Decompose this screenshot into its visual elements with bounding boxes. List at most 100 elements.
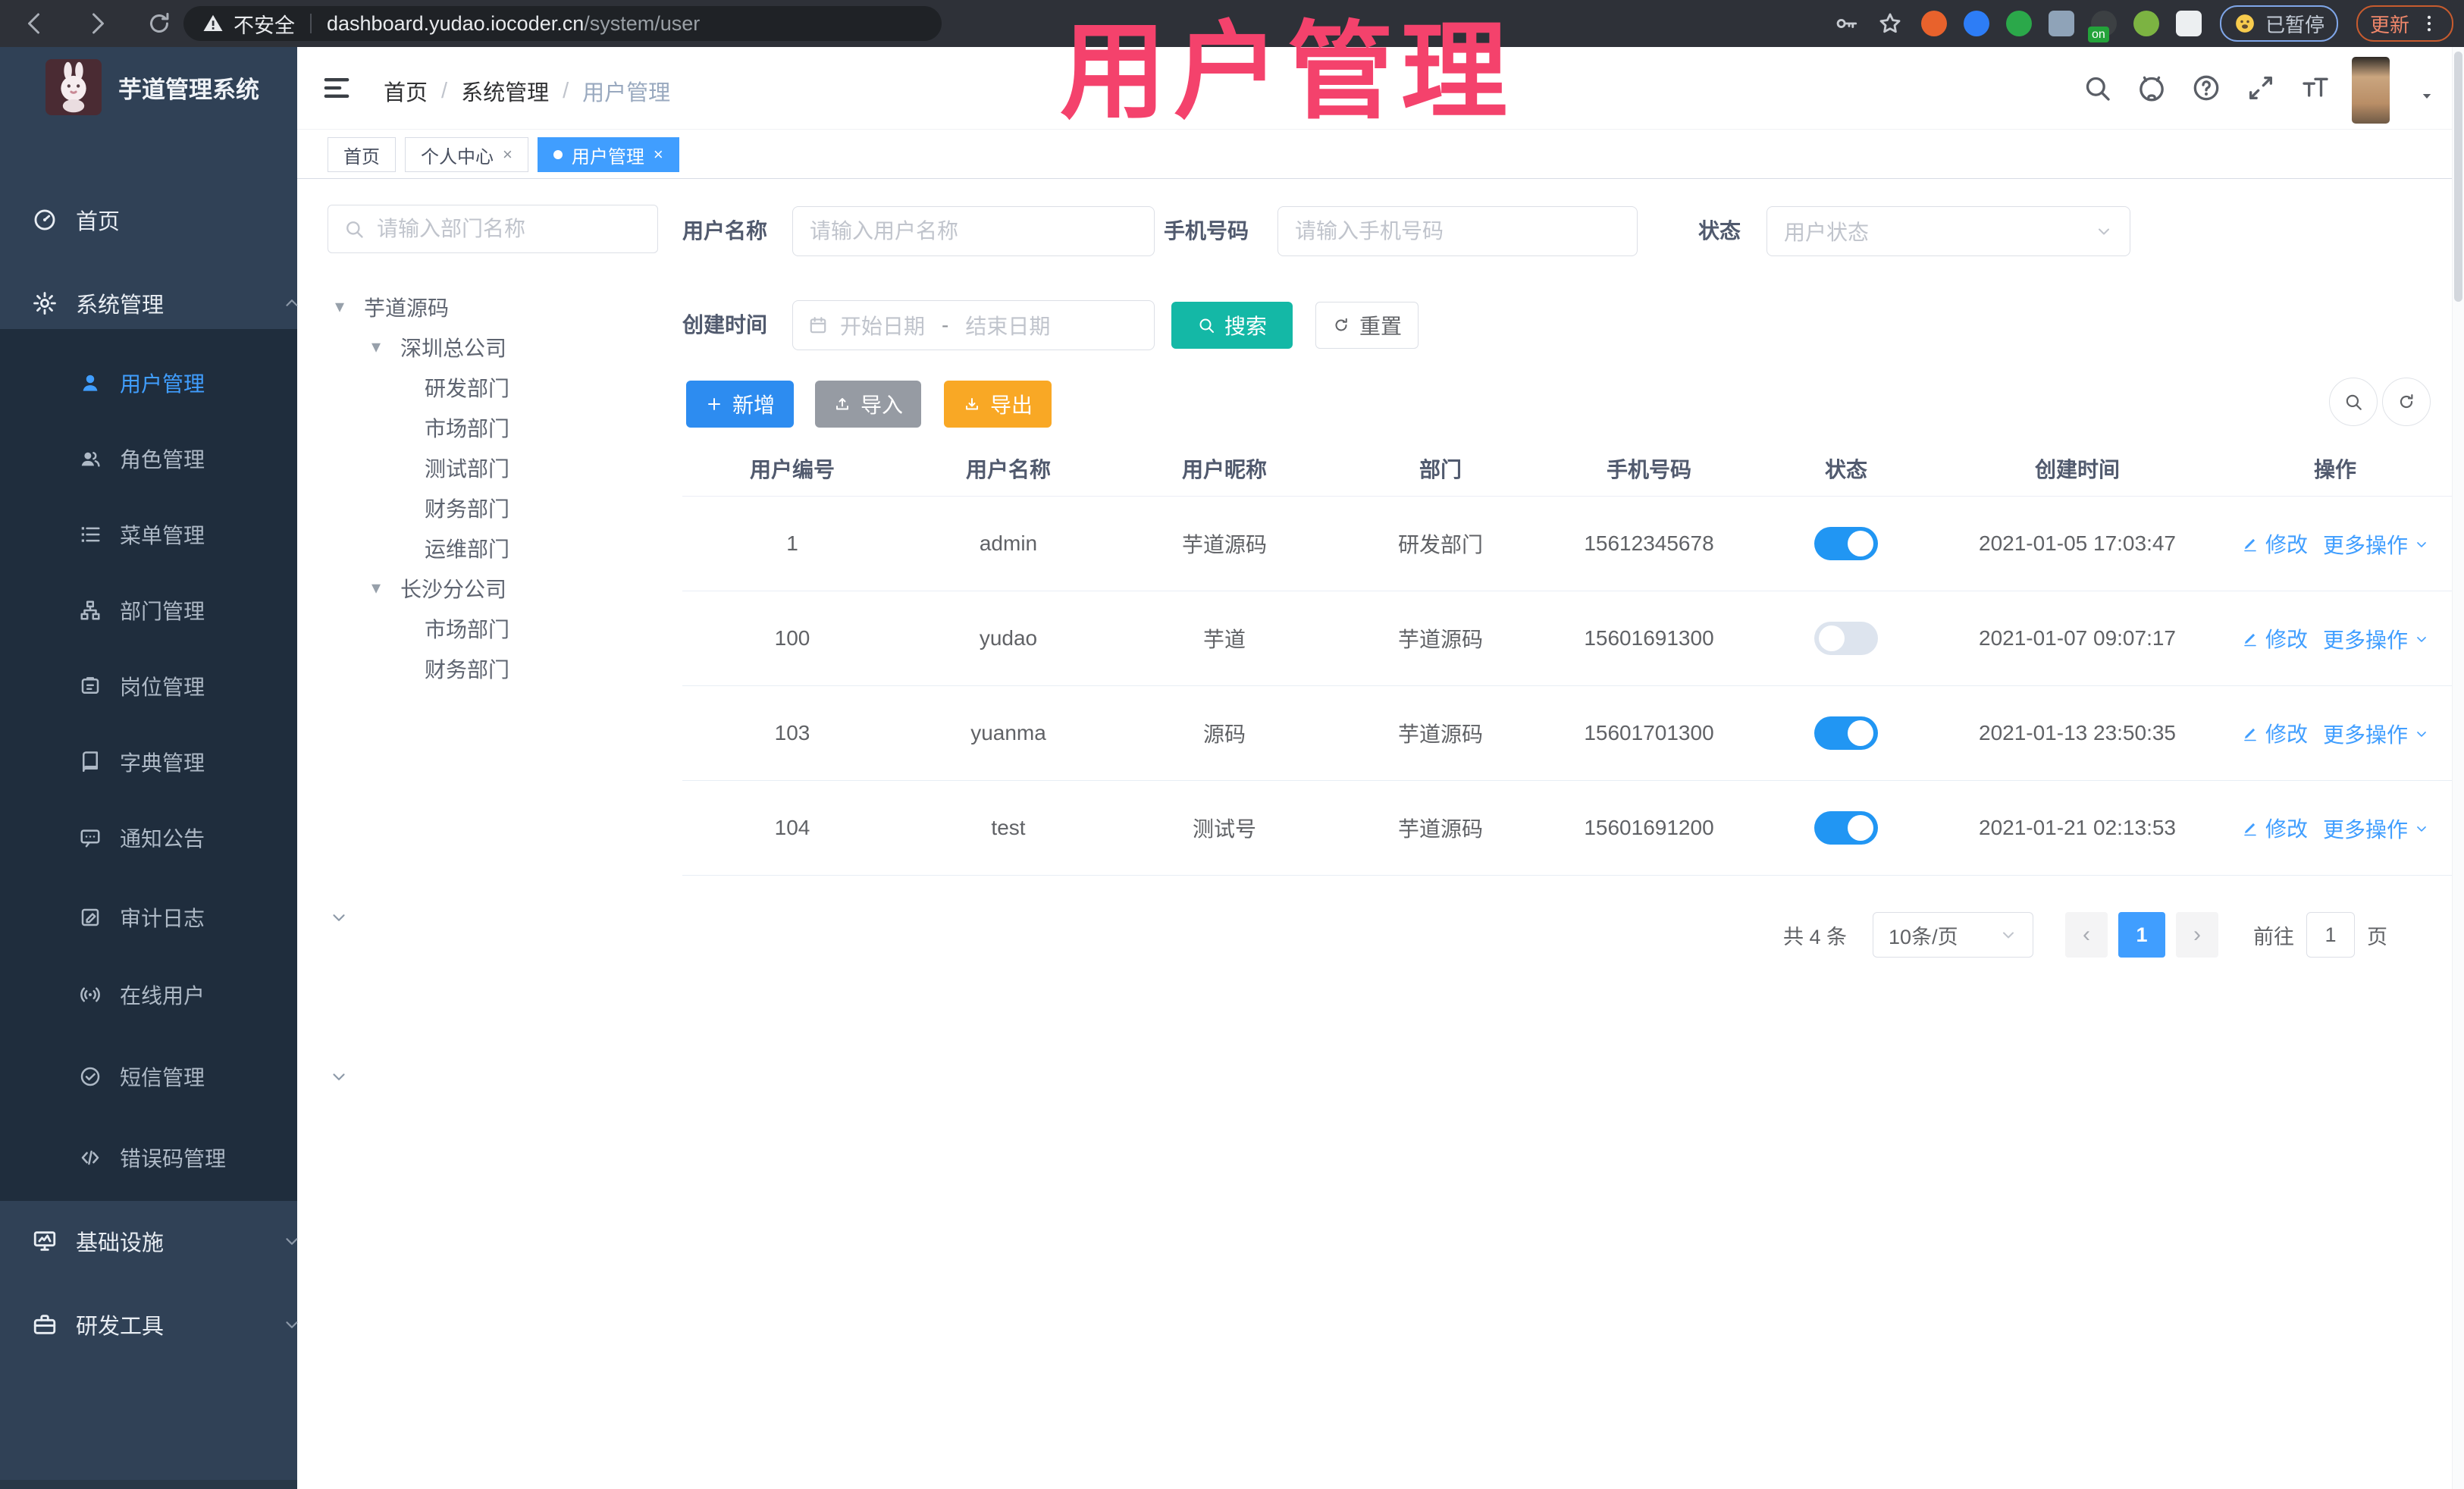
code-icon (79, 1146, 102, 1169)
scrollbar-thumb[interactable] (2454, 52, 2462, 302)
cell-user-id: 100 (682, 591, 902, 686)
date-range-picker[interactable]: 开始日期 - 结束日期 (792, 300, 1155, 350)
tree-expand-caret-icon[interactable]: ▾ (335, 296, 364, 318)
fullscreen-icon[interactable] (2246, 73, 2276, 103)
tree-node[interactable]: 测试部门 (328, 447, 661, 487)
extension-green-circle-icon[interactable] (2005, 11, 2032, 36)
breadcrumb-home[interactable]: 首页 (384, 75, 428, 107)
sidebar-item-user-management[interactable]: 用户管理 (0, 354, 376, 412)
key-icon[interactable] (1833, 11, 1859, 36)
close-tab-icon[interactable]: × (503, 145, 513, 165)
more-actions-link[interactable]: 更多操作 (2323, 719, 2429, 749)
close-tab-icon[interactable]: × (654, 145, 663, 165)
extension-ubuntu-icon[interactable] (1920, 11, 1947, 36)
tree-expand-caret-icon[interactable]: ▾ (371, 336, 400, 358)
sidebar-item-notice-announcement[interactable]: 通知公告 (0, 809, 376, 867)
edit-link[interactable]: 修改 (2241, 813, 2308, 843)
username-input[interactable] (793, 219, 1154, 243)
status-toggle[interactable] (1814, 527, 1878, 560)
sidebar-item-error-code-management[interactable]: 错误码管理 (0, 1129, 376, 1186)
sidebar-item-online-users[interactable]: 在线用户 (0, 966, 376, 1023)
sidebar-item-infrastructure[interactable]: 基础设施 (0, 1212, 329, 1270)
dept-search-input[interactable] (375, 216, 636, 242)
sidebar-item-dev-tools[interactable]: 研发工具 (0, 1296, 329, 1353)
tree-node[interactable]: 市场部门 (328, 608, 661, 648)
user-avatar[interactable] (2352, 57, 2390, 124)
reset-button[interactable]: 重置 (1315, 302, 1419, 349)
import-button[interactable]: 导入 (815, 381, 921, 428)
mobile-input[interactable] (1278, 219, 1637, 243)
more-actions-link[interactable]: 更多操作 (2323, 813, 2429, 844)
more-actions-link[interactable]: 更多操作 (2323, 624, 2429, 654)
status-toggle[interactable] (1814, 716, 1878, 750)
github-icon[interactable] (2136, 73, 2167, 103)
forward-icon[interactable] (83, 10, 111, 37)
current-page-button[interactable]: 1 (2118, 912, 2166, 958)
sidebar-item-system-management[interactable]: 系统管理 (0, 274, 329, 332)
mobile-field (1277, 206, 1638, 256)
search-icon[interactable] (2082, 73, 2112, 103)
browser-update-button[interactable]: 更新 (2356, 5, 2453, 42)
profile-paused-chip[interactable]: 已暂停 (2219, 5, 2338, 42)
tab-profile[interactable]: 个人中心 × (405, 137, 528, 172)
help-icon[interactable] (2191, 73, 2221, 103)
extension-gem-icon[interactable] (1963, 11, 1989, 36)
tree-node[interactable]: ▾ 深圳总公司 (328, 327, 661, 367)
table-row: 100 yudao 芋道 芋道源码 15601691300 2021-01-07 09:0… (682, 591, 2456, 686)
more-actions-link[interactable]: 更多操作 (2323, 529, 2429, 560)
tree-node[interactable]: 研发部门 (328, 367, 661, 407)
font-size-icon[interactable] (2300, 73, 2331, 103)
sidebar-item-role-management[interactable]: 角色管理 (0, 430, 376, 487)
app-logo-icon (45, 59, 102, 115)
security-label[interactable]: 不安全 (234, 9, 295, 39)
tree-node[interactable]: ▾ 芋道源码 (328, 287, 661, 327)
refresh-table-button[interactable] (2382, 378, 2431, 426)
edit-link[interactable]: 修改 (2241, 528, 2308, 559)
sidebar-item-dict-management[interactable]: 字典管理 (0, 733, 376, 791)
browser-menu-dots-icon[interactable] (2419, 13, 2440, 34)
tab-home[interactable]: 首页 (328, 137, 396, 172)
cell-created-time: 2021-01-07 09:07:17 (1941, 591, 2214, 686)
app-logo-row[interactable]: 芋道管理系统 (45, 59, 259, 115)
username-label: 用户名称 (682, 219, 768, 243)
page-size-select[interactable]: 10条/页 (1873, 912, 2034, 958)
sidebar-item-department-management[interactable]: 部门管理 (0, 581, 376, 639)
edit-link[interactable]: 修改 (2241, 623, 2308, 654)
export-button[interactable]: 导出 (944, 381, 1052, 428)
next-page-button[interactable]: › (2176, 912, 2219, 958)
sidebar-item-home[interactable]: 首页 (0, 191, 329, 249)
status-toggle[interactable] (1814, 622, 1878, 655)
tree-node[interactable]: 市场部门 (328, 407, 661, 447)
tree-expand-caret-icon[interactable]: ▾ (371, 577, 400, 599)
tree-node[interactable]: 财务部门 (328, 487, 661, 528)
sidebar-item-sms-management[interactable]: 短信管理 (0, 1048, 376, 1105)
scrollbar-track[interactable] (2452, 47, 2464, 1489)
tree-node[interactable]: ▾ 长沙分公司 (328, 568, 661, 608)
sidebar-item-post-management[interactable]: 岗位管理 (0, 657, 376, 715)
column-header: 手机号码 (1547, 441, 1751, 497)
search-button[interactable]: 搜索 (1171, 302, 1293, 349)
extension-key-green-icon[interactable] (2133, 11, 2159, 36)
bookmark-star-icon[interactable] (1877, 11, 1903, 36)
extension-grid-icon[interactable] (2048, 11, 2074, 36)
tree-node[interactable]: 财务部门 (328, 648, 661, 688)
extension-list-icon[interactable]: on (2087, 11, 2117, 42)
reload-icon[interactable] (146, 10, 173, 37)
address-bar[interactable]: 不安全 dashboard.yudao.iocoder.cn /system/u… (183, 6, 942, 41)
hide-search-button[interactable] (2329, 378, 2378, 426)
edit-link[interactable]: 修改 (2241, 718, 2308, 748)
tree-node[interactable]: 运维部门 (328, 528, 661, 568)
tab-user-management[interactable]: 用户管理 × (537, 137, 679, 172)
breadcrumb-system[interactable]: 系统管理 (461, 75, 549, 107)
extension-puzzle-icon[interactable] (2175, 11, 2202, 36)
sidebar-item-menu-management[interactable]: 菜单管理 (0, 506, 376, 563)
status-select[interactable]: 用户状态 (1766, 206, 2130, 256)
goto-page-input[interactable] (2306, 912, 2356, 958)
back-icon[interactable] (21, 10, 49, 37)
add-button[interactable]: 新增 (686, 381, 794, 428)
prev-page-button[interactable]: ‹ (2065, 912, 2108, 958)
sidebar-item-audit-log[interactable]: 审计日志 (0, 889, 376, 946)
status-toggle[interactable] (1814, 811, 1878, 845)
collapse-sidebar-icon[interactable] (321, 73, 352, 103)
avatar-caret-down-icon[interactable] (2420, 89, 2434, 103)
